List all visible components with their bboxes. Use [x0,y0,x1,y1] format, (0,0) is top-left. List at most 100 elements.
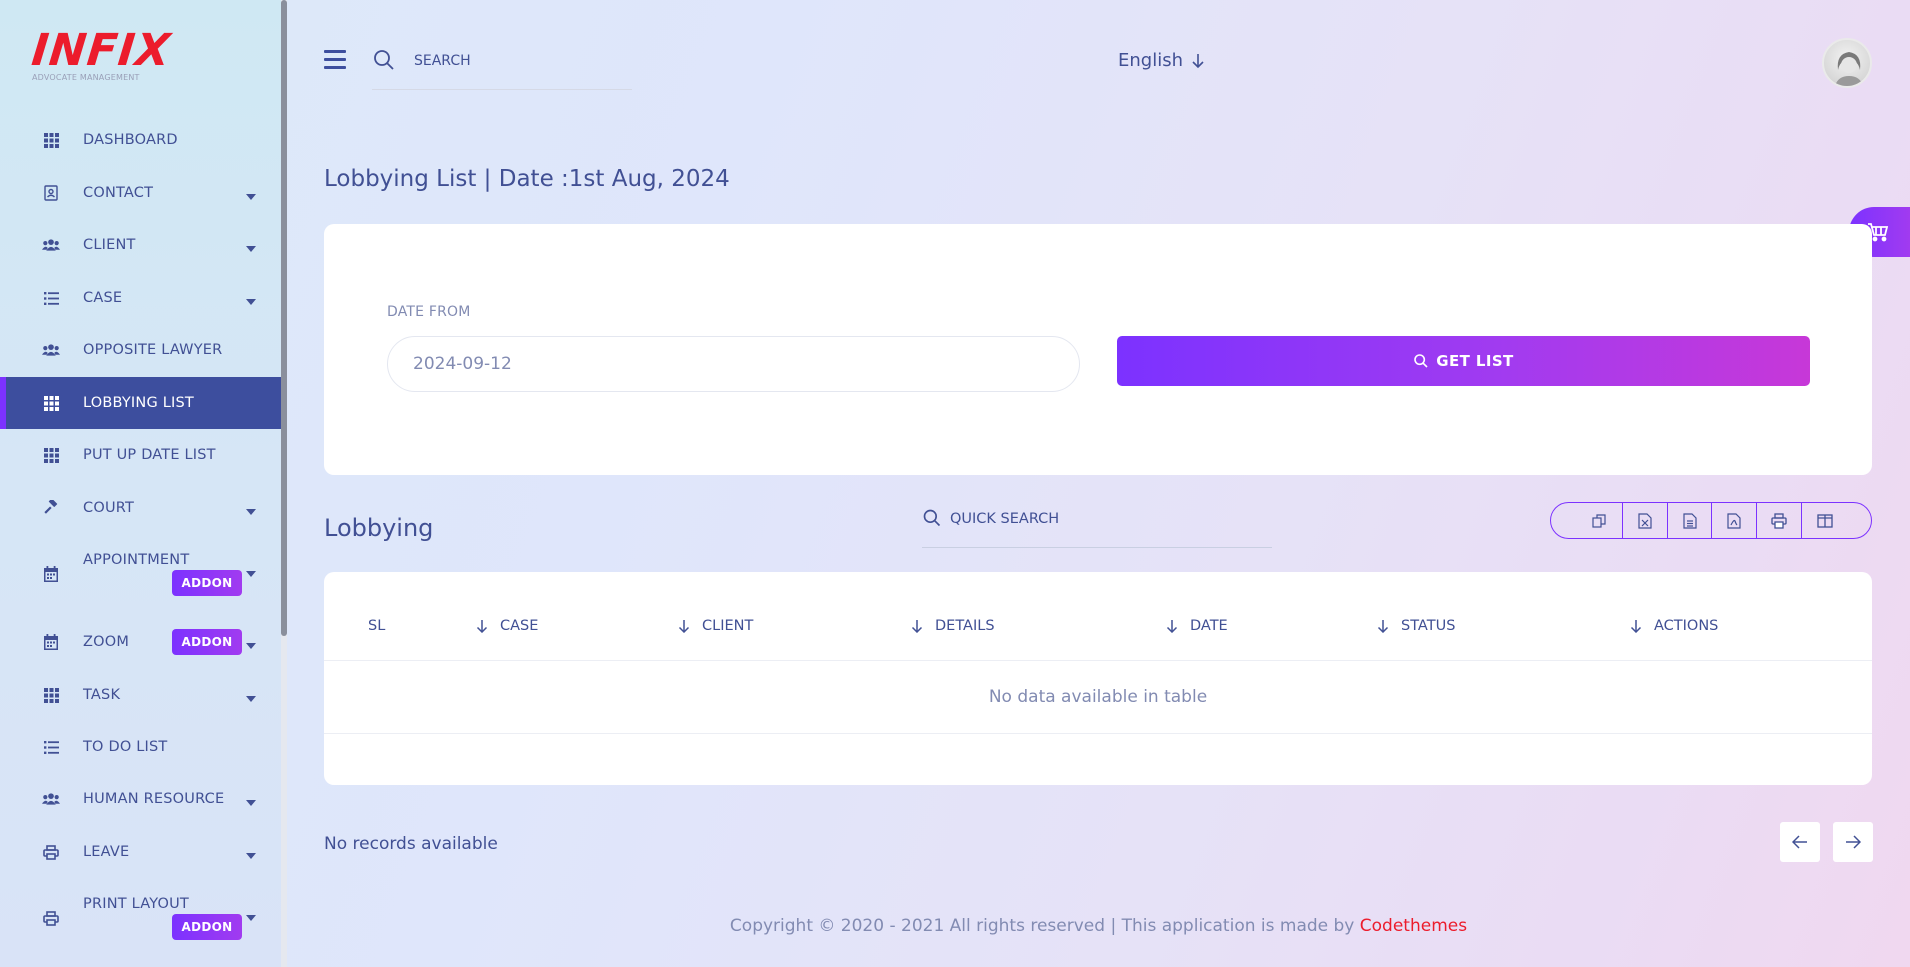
print-icon [1771,512,1787,529]
table-header: SL CASE CLIENT DETAILS DATE STATUS ACTIONS [324,572,1872,661]
search-input[interactable] [414,50,614,72]
previous-page-button[interactable] [1780,822,1820,862]
column-header-label: ACTIONS [1654,618,1719,634]
get-list-button[interactable]: GET LIST [1117,336,1810,386]
sidebar-item-label: PRINT LAYOUT [83,896,189,912]
sidebar-scrollbar[interactable] [281,0,287,967]
contact-book-icon [42,184,60,202]
records-info: No records available [324,834,498,854]
grid-icon [42,446,60,464]
chevron-down-icon[interactable] [246,240,256,252]
list-icon [42,738,60,756]
sidebar-item-lobbying-list[interactable]: LOBBYING LIST [0,377,281,429]
quick-search [922,502,1272,548]
sidebar-item-put-up-date-list[interactable]: PUT UP DATE LIST [0,429,281,481]
excel-icon [1638,512,1652,529]
scrollbar-thumb[interactable] [281,0,287,636]
sidebar-item-dashboard[interactable]: DASHBOARD [0,114,281,166]
copy-button[interactable] [1551,503,1623,538]
column-header-status[interactable]: STATUS [1377,618,1455,634]
export-button-group [1550,502,1872,539]
user-avatar[interactable] [1822,38,1872,88]
column-header-label: SL [368,618,386,634]
quick-search-input[interactable] [950,508,1250,530]
excel-button[interactable] [1623,503,1668,538]
users-icon [42,790,60,808]
grid-icon [42,686,60,704]
csv-icon [1682,512,1697,529]
calendar-icon [42,633,60,651]
sidebar-item-human-resource[interactable]: HUMAN RESOURCE [0,773,281,825]
pdf-button[interactable] [1712,503,1758,538]
sidebar-item-case[interactable]: CASE [0,272,281,324]
csv-button[interactable] [1668,503,1713,538]
sidebar-item-label: LEAVE [83,844,130,860]
column-header-case[interactable]: CASE [476,618,538,634]
sort-arrow-icon [1630,619,1648,633]
column-header-label: CLIENT [702,618,754,634]
language-selector[interactable]: English [1118,50,1205,71]
chevron-down-icon[interactable] [246,690,256,702]
arrow-left-icon [1792,835,1807,849]
hamburger-line [324,50,346,53]
sidebar-item-label: APPOINTMENT [83,552,190,568]
sidebar-item-label: ZOOM [83,634,130,650]
footer-brand-link[interactable]: Codethemes [1360,916,1467,936]
table-empty-row: No data available in table [324,661,1872,734]
logo-text: INFIX [29,25,174,76]
sidebar: INFIX ADVOCATE MANAGEMENT DASHBOARD CONTA… [0,0,281,967]
column-header-label: DATE [1190,618,1228,634]
top-search [372,44,632,90]
sidebar-item-opposite-lawyer[interactable]: OPPOSITE LAWYER [0,324,281,376]
columns-button[interactable] [1802,503,1871,538]
sidebar-item-label: COURT [83,500,135,516]
sort-arrow-icon [911,619,929,633]
gavel-icon [42,499,60,517]
sidebar-item-label: CONTACT [83,185,154,201]
chevron-down-icon[interactable] [246,794,256,806]
sidebar-item-label: TASK [83,687,121,703]
sidebar-item-contact[interactable]: CONTACT [0,167,281,219]
sidebar-item-zoom[interactable]: ZOOM ADDON [0,616,281,668]
users-icon [42,236,60,254]
sidebar-item-label: TO DO LIST [83,739,168,755]
column-header-sl[interactable]: SL [368,618,385,634]
hamburger-line [324,58,346,61]
column-header-date[interactable]: DATE [1166,618,1228,634]
date-from-input[interactable] [387,336,1080,392]
sidebar-item-client[interactable]: CLIENT [0,219,281,271]
footer-text: Copyright © 2020 - 2021 All rights reser… [729,916,1360,936]
users-icon [42,341,60,359]
filter-card: DATE FROM GET LIST [324,224,1872,475]
avatar-icon [1834,52,1864,86]
sidebar-item-label: HUMAN RESOURCE [83,791,225,807]
menu-toggle-button[interactable] [324,50,348,70]
column-header-actions[interactable]: ACTIONS [1630,618,1718,634]
column-header-client[interactable]: CLIENT [678,618,753,634]
column-header-label: CASE [500,618,539,634]
print-button[interactable] [1757,503,1803,538]
chevron-down-icon[interactable] [246,847,256,859]
printer-icon [42,843,60,861]
sidebar-item-court[interactable]: COURT [0,482,281,534]
footer: Copyright © 2020 - 2021 All rights reser… [0,916,1910,936]
column-header-details[interactable]: DETAILS [911,618,995,634]
column-header-label: DETAILS [935,618,995,634]
sidebar-item-leave[interactable]: LEAVE [0,826,281,878]
sort-arrow-icon [1166,619,1184,633]
sort-arrow-icon [1377,619,1395,633]
sidebar-item-appointment[interactable]: APPOINTMENT ADDON [0,540,281,608]
sidebar-item-to-do-list[interactable]: TO DO LIST [0,721,281,773]
sidebar-item-task[interactable]: TASK [0,669,281,721]
sidebar-item-label: CLIENT [83,237,136,253]
columns-icon [1816,513,1833,528]
chevron-down-icon[interactable] [246,503,256,515]
logo[interactable]: INFIX ADVOCATE MANAGEMENT [29,25,174,86]
chevron-down-icon[interactable] [246,188,256,200]
chevron-down-icon[interactable] [246,637,256,649]
chevron-down-icon[interactable] [246,565,256,577]
data-table: SL CASE CLIENT DETAILS DATE STATUS ACTIONS No … [324,572,1872,785]
chevron-down-icon[interactable] [246,293,256,305]
next-page-button[interactable] [1833,822,1873,862]
search-icon[interactable] [372,48,396,72]
